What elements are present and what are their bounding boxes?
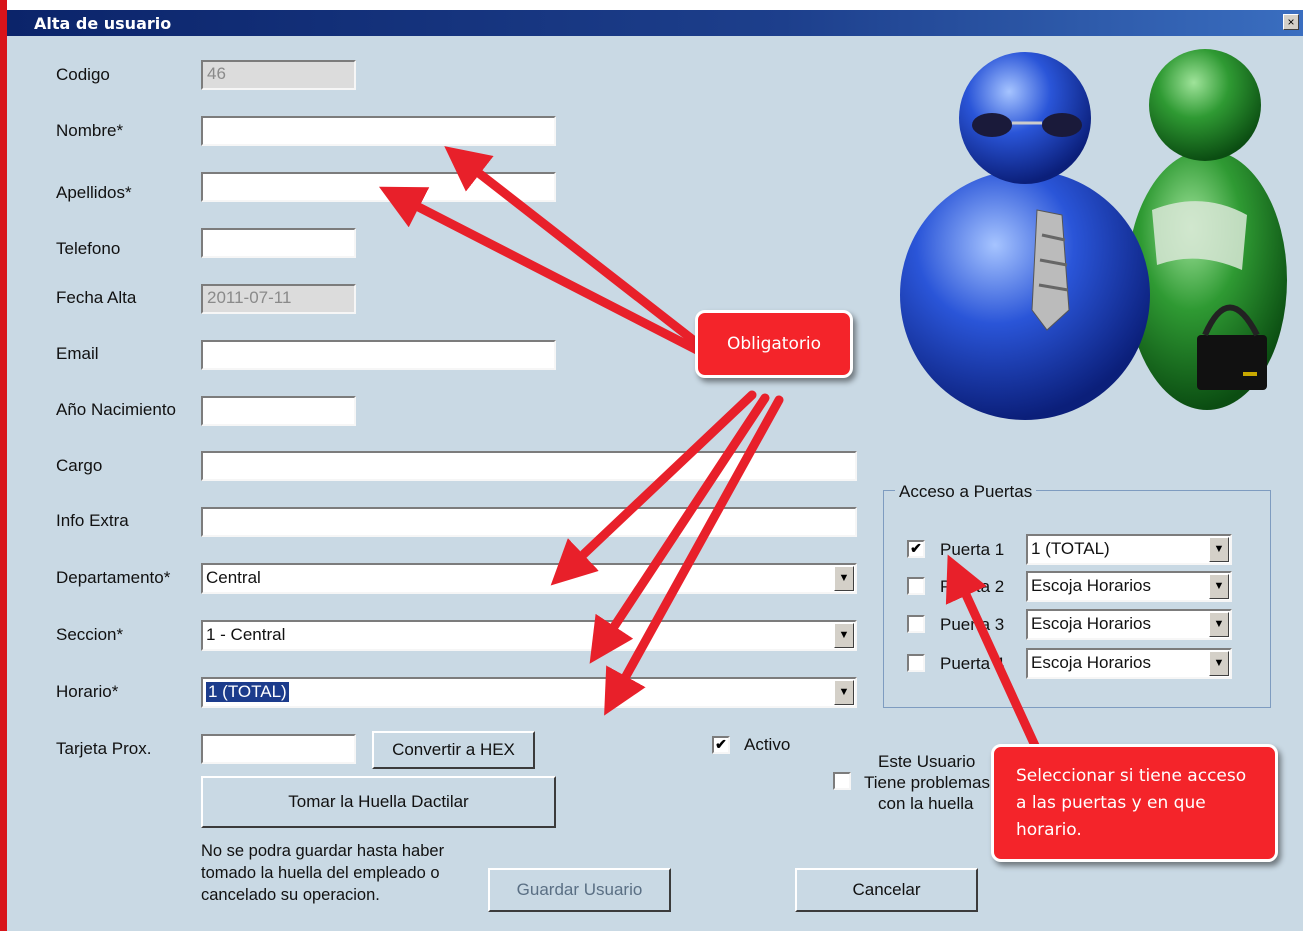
chevron-down-icon[interactable]: ▼ (1209, 651, 1229, 676)
puerta-3-horario-value: Escoja Horarios (1031, 614, 1151, 633)
info-extra-label: Info Extra (56, 511, 129, 530)
arrow-to-departamento (550, 390, 757, 586)
green-user-figure (1127, 49, 1287, 410)
anio-nacimiento-field[interactable] (201, 396, 356, 426)
arrow-to-horario (604, 395, 784, 716)
horario-label: Horario* (56, 682, 119, 701)
cancelar-button[interactable]: Cancelar (795, 868, 978, 912)
tomar-huella-button[interactable]: Tomar la Huella Dactilar (201, 776, 556, 828)
puerta-4-label: Puerta 4 (940, 654, 1005, 673)
seleccionar-callout: Seleccionar si tiene acceso a las puerta… (991, 744, 1278, 862)
arrow-to-apellidos (378, 186, 702, 355)
puerta-2-label: Puerta 2 (940, 577, 1005, 596)
departamento-select[interactable]: Central ▼ (201, 563, 857, 594)
left-edge-stripe (0, 0, 7, 931)
cargo-label: Cargo (56, 456, 103, 475)
puerta-3-horario-select[interactable]: Escoja Horarios ▼ (1026, 609, 1232, 640)
problemas-huella-checkbox[interactable] (833, 772, 851, 790)
problemas-line3: con la huella (878, 794, 974, 813)
telefono-field[interactable] (201, 228, 356, 258)
problemas-line2: Tiene problemas (864, 773, 990, 792)
codigo-label: Codigo (56, 65, 110, 84)
blue-user-figure (900, 52, 1150, 420)
window-title: Alta de usuario (34, 14, 172, 33)
horario-value: 1 (TOTAL) (206, 682, 289, 702)
apellidos-field[interactable] (201, 172, 556, 202)
puerta-1-horario-value: 1 (TOTAL) (1031, 539, 1110, 558)
obligatorio-callout: Obligatorio (695, 310, 853, 378)
puerta-1-checkbox[interactable]: ✔ (907, 540, 925, 558)
anio-nacimiento-label: Año Nacimiento (56, 400, 177, 419)
nombre-label: Nombre* (56, 121, 124, 140)
alta-usuario-window: Alta de usuario × Codigo Nombre* Apellid… (7, 10, 1303, 931)
puerta-3-checkbox[interactable] (907, 615, 925, 633)
chevron-down-icon[interactable]: ▼ (1209, 537, 1229, 562)
puerta-2-checkbox[interactable] (907, 577, 925, 595)
seccion-value: 1 - Central (206, 625, 286, 644)
convertir-hex-button[interactable]: Convertir a HEX (372, 731, 535, 769)
seccion-label: Seccion* (56, 625, 124, 644)
chevron-down-icon[interactable]: ▼ (1209, 612, 1229, 637)
puerta-1-label: Puerta 1 (940, 540, 1005, 559)
puerta-1-horario-select[interactable]: 1 (TOTAL) ▼ (1026, 534, 1232, 565)
acceso-puertas-title: Acceso a Puertas (895, 482, 1037, 502)
title-bar: Alta de usuario × (7, 10, 1303, 36)
fecha-alta-field: 2011-07-11 (201, 284, 356, 314)
activo-label: Activo (744, 735, 791, 754)
chevron-down-icon[interactable]: ▼ (1209, 574, 1229, 599)
guardar-usuario-button[interactable]: Guardar Usuario (488, 868, 671, 912)
tarjeta-field[interactable] (201, 734, 356, 764)
chevron-down-icon[interactable]: ▼ (834, 566, 854, 591)
puerta-3-label: Puerta 3 (940, 615, 1005, 634)
huella-note: No se podra guardar hasta haber tomado l… (201, 842, 445, 904)
apellidos-label: Apellidos* (56, 183, 132, 202)
nombre-field[interactable] (201, 116, 556, 146)
problemas-line1: Este Usuario (878, 752, 976, 771)
departamento-value: Central (206, 568, 261, 587)
info-extra-field[interactable] (201, 507, 857, 537)
puerta-4-checkbox[interactable] (907, 654, 925, 672)
seccion-select[interactable]: 1 - Central ▼ (201, 620, 857, 651)
departamento-label: Departamento* (56, 568, 171, 587)
puerta-2-horario-value: Escoja Horarios (1031, 576, 1151, 595)
chevron-down-icon[interactable]: ▼ (834, 680, 854, 705)
puerta-2-horario-select[interactable]: Escoja Horarios ▼ (1026, 571, 1232, 602)
fecha-alta-label: Fecha Alta (56, 288, 137, 307)
puerta-4-horario-select[interactable]: Escoja Horarios ▼ (1026, 648, 1232, 679)
puerta-4-horario-value: Escoja Horarios (1031, 653, 1151, 672)
close-icon[interactable]: × (1283, 14, 1299, 30)
telefono-label: Telefono (56, 239, 121, 258)
horario-select[interactable]: 1 (TOTAL) ▼ (201, 677, 857, 708)
email-field[interactable] (201, 340, 556, 370)
activo-checkbox[interactable]: ✔ (712, 736, 730, 754)
email-label: Email (56, 344, 99, 363)
codigo-field: 46 (201, 60, 356, 90)
tarjeta-label: Tarjeta Prox. (56, 739, 152, 758)
chevron-down-icon[interactable]: ▼ (834, 623, 854, 648)
cargo-field[interactable] (201, 451, 857, 481)
